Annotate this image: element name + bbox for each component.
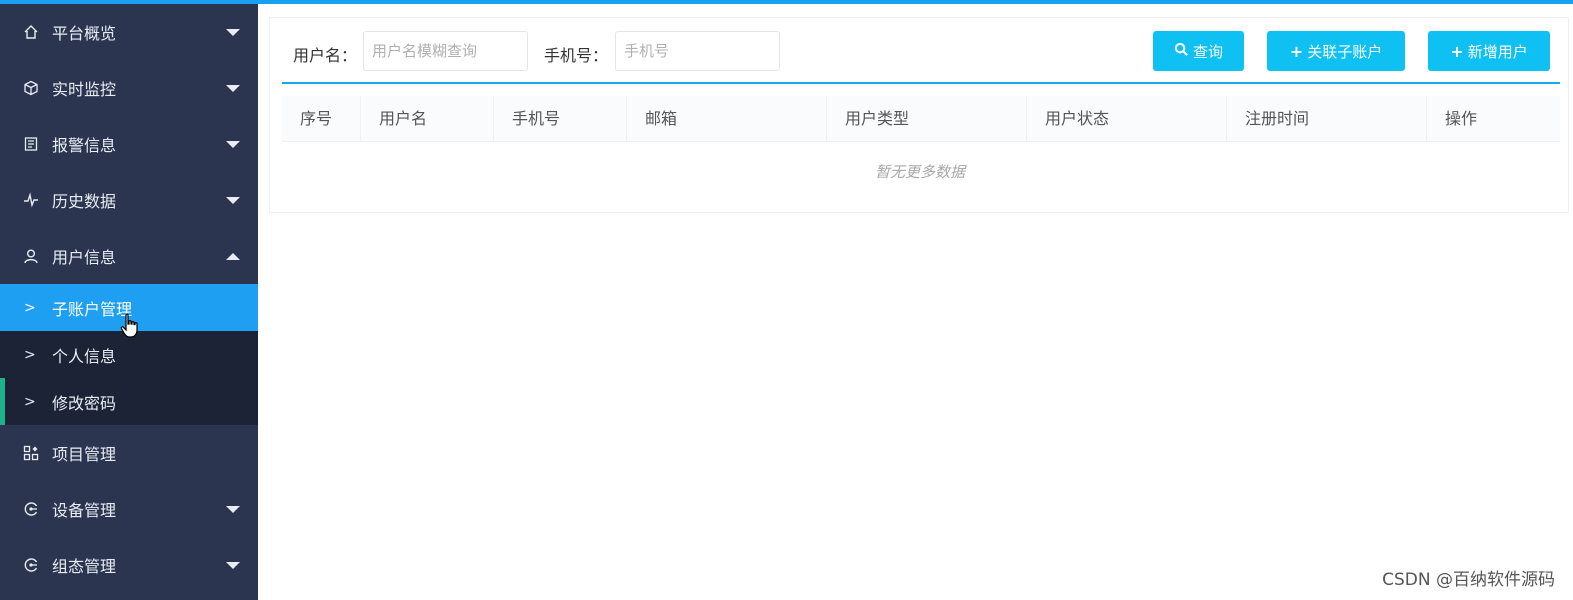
plus-icon: + [1450,41,1464,61]
header-divider [282,82,1560,84]
column-header-index: 序号 [282,96,361,142]
chevron-down-icon [226,85,240,92]
sidebar-item-devices[interactable]: 设备管理 [0,481,258,537]
sidebar-item-history[interactable]: 历史数据 [0,172,258,228]
sidebar-item-label: 项目管理 [52,445,117,464]
chevron-down-icon [226,141,240,148]
sidebar-item-label: 平台概览 [52,24,117,43]
column-header-phone: 手机号 [494,96,627,142]
pulse-icon [23,192,39,208]
cube-icon [23,80,39,96]
add-user-label: 新增用户 [1467,42,1528,61]
sidebar-item-label: 历史数据 [52,192,117,211]
username-search-input[interactable] [363,31,528,71]
chevron-down-icon [226,29,240,36]
sidebar-subitem-label: 个人信息 [52,346,117,366]
search-button-label: 查询 [1192,42,1223,61]
empty-state-text: 暂无更多数据 [874,163,965,181]
column-header-email: 邮箱 [627,96,827,142]
watermark: CSDN @百纳软件源码 [1382,570,1555,590]
link-sub-account-label: 关联子账户 [1307,42,1383,61]
hand-pointer-icon [120,313,138,338]
sidebar-item-alarms[interactable]: 报警信息 [0,116,258,172]
sidebar-item-projects[interactable]: 项目管理 [0,425,258,481]
link-sub-account-button[interactable]: + 关联子账户 [1267,31,1405,71]
search-icon [1174,42,1189,61]
user-icon [23,248,39,264]
home-icon [23,24,39,40]
sidebar-item-overview[interactable]: 平台概览 [0,4,258,60]
sidebar-subitem-change-password[interactable]: > 修改密码 [0,378,258,425]
search-button[interactable]: 查询 [1153,31,1244,71]
sidebar-item-label: 设备管理 [52,501,117,520]
sidebar: 平台概览 实时监控 报警信息 历史数据 用户信息 > 子账户管理 > 个人信息 … [0,4,258,600]
username-filter-label: 用户名： [293,46,358,65]
chevron-right-icon: > [24,346,36,363]
device-icon [23,501,39,517]
user-info-submenu: > 子账户管理 > 个人信息 > 修改密码 [0,284,258,425]
sidebar-item-label: 组态管理 [52,557,117,576]
column-header-actions: 操作 [1445,109,1478,128]
sidebar-item-label: 实时监控 [52,80,117,99]
sidebar-item-monitor[interactable]: 实时监控 [0,60,258,116]
table-header: 序号 用户名 手机号 邮箱 用户类型 用户状态 注册时间 操作 [282,96,1560,142]
alarm-list-icon [23,136,39,152]
plus-icon: + [1289,41,1304,61]
user-list-panel: 用户名： 手机号： 查询 + 关联子账户 + 新增用户 序号 用户名 手机号 邮… [269,17,1569,213]
column-header-user-type: 用户类型 [827,96,1027,142]
chevron-down-icon [226,562,240,569]
chevron-down-icon [226,506,240,513]
sidebar-item-user-info[interactable]: 用户信息 [0,228,258,284]
chevron-right-icon: > [24,393,36,410]
config-icon [23,557,39,573]
column-header-username: 用户名 [361,96,494,142]
chevron-down-icon [226,197,240,204]
chevron-right-icon: > [24,299,36,316]
add-user-button[interactable]: + 新增用户 [1428,31,1550,71]
sidebar-item-configuration[interactable]: 组态管理 [0,537,258,593]
phone-search-input[interactable] [615,31,780,71]
chevron-up-icon [226,253,240,260]
sidebar-subitem-label: 修改密码 [52,393,117,413]
grid-icon [23,445,39,461]
sidebar-item-label: 报警信息 [52,136,117,155]
sidebar-item-label: 用户信息 [52,248,117,267]
phone-filter-label: 手机号： [544,46,609,65]
column-header-register-time: 注册时间 [1227,96,1427,142]
column-header-user-status: 用户状态 [1027,96,1227,142]
